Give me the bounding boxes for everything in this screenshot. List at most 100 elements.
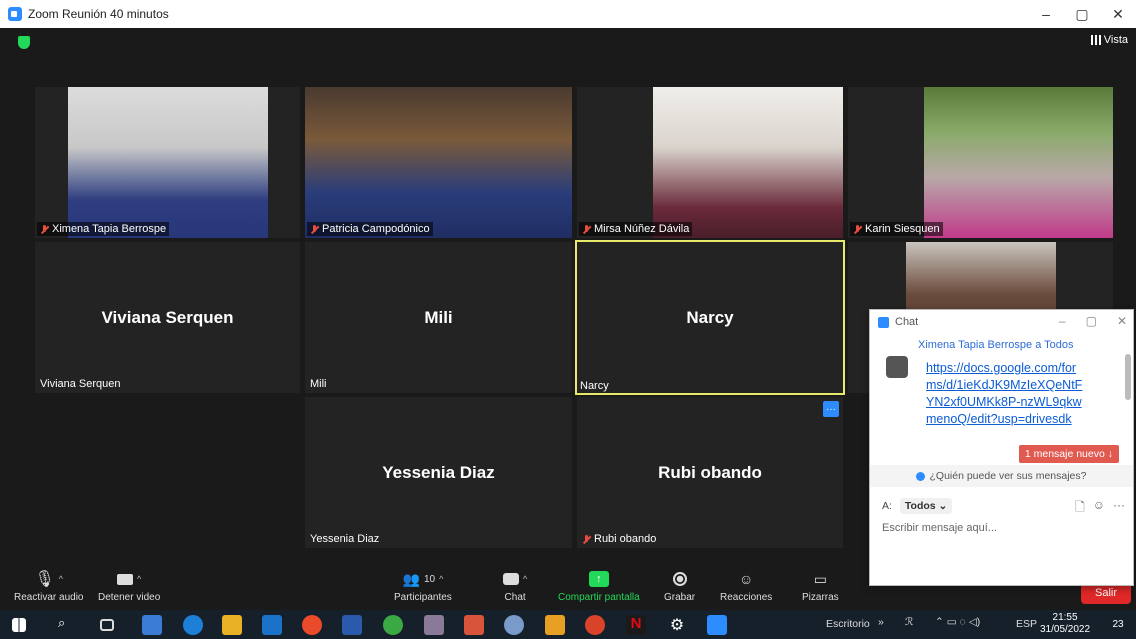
edge-icon[interactable]: [183, 615, 203, 635]
share-screen-button[interactable]: ↑ Compartir pantalla: [558, 568, 640, 603]
participant-tile[interactable]: Rubi obando ··· Rubi obando: [577, 397, 843, 548]
desktop-label[interactable]: Escritorio: [826, 618, 870, 630]
netflix-icon[interactable]: N: [626, 615, 646, 635]
participants-button[interactable]: 👥 10 ^ Participantes: [394, 568, 452, 604]
chevron-up-icon[interactable]: ^: [59, 574, 63, 584]
more-options-button[interactable]: ···: [823, 401, 839, 417]
grid-icon: [1090, 35, 1101, 45]
chat-button[interactable]: ^ Chat: [503, 568, 527, 603]
notification-center-icon[interactable]: 23: [1108, 615, 1128, 635]
participants-count: 10: [423, 573, 436, 585]
camera-icon: [117, 573, 134, 585]
emoji-icon[interactable]: ☺: [1093, 498, 1105, 519]
photos-icon[interactable]: [464, 615, 484, 635]
participant-tile[interactable]: Patricia Campodónico: [305, 87, 572, 238]
who-can-see-link[interactable]: ¿Quién puede ver sus mensajes?: [870, 465, 1133, 487]
participant-tile[interactable]: Ximena Tapia Berrospe: [35, 87, 300, 238]
share-screen-label: Compartir pantalla: [558, 592, 640, 603]
whiteboards-label: Pizarras: [802, 592, 839, 603]
participant-name: Viviana Serquen: [40, 378, 121, 390]
chat-close-button[interactable]: ✕: [1117, 314, 1127, 328]
clock[interactable]: 21:55 31/05/2022: [1040, 612, 1090, 636]
participant-tile[interactable]: Yessenia Diaz Yessenia Diaz: [305, 397, 572, 548]
participant-name: Rubi obando: [594, 533, 657, 545]
search-icon[interactable]: ⌕: [58, 615, 78, 635]
participants-label: Participantes: [394, 592, 452, 603]
zoom-logo-icon: [878, 316, 889, 328]
close-button[interactable]: ✕: [1100, 0, 1136, 28]
powerpoint-icon[interactable]: [585, 615, 605, 635]
record-button[interactable]: Grabar: [664, 568, 695, 603]
windows-start-icon[interactable]: [12, 618, 26, 632]
whatsapp-icon[interactable]: [383, 615, 403, 635]
participant-tile[interactable]: Mili Mili: [305, 242, 572, 393]
chrome-active-icon[interactable]: [545, 615, 565, 635]
minimize-button[interactable]: –: [1028, 0, 1064, 28]
clock-date: 31/05/2022: [1040, 624, 1091, 635]
chat-scrollbar[interactable]: [1125, 354, 1131, 400]
unmute-button[interactable]: 🎙 ^ Reactivar audio: [14, 568, 83, 603]
chevron-up-icon[interactable]: ^: [523, 574, 527, 584]
participant-name: Mili: [310, 378, 327, 390]
new-message-badge[interactable]: 1 mensaje nuevo ↓: [1018, 445, 1119, 463]
recipient-label: A:: [882, 500, 892, 512]
reactions-button[interactable]: ☺ Reacciones: [720, 568, 772, 603]
view-button[interactable]: Vista: [1090, 34, 1128, 46]
muted-mic-icon: [582, 224, 591, 234]
record-label: Grabar: [664, 592, 696, 603]
file-explorer-icon[interactable]: [222, 615, 242, 635]
muted-mic-icon: 🎙: [34, 571, 55, 588]
recipient-dropdown[interactable]: Todos ⌄: [899, 498, 953, 514]
record-icon: [672, 572, 687, 586]
chat-minimize-button[interactable]: –: [1059, 314, 1066, 328]
zoom-logo-icon: [8, 7, 22, 21]
app-icon[interactable]: [424, 615, 444, 635]
avatar: [886, 356, 908, 378]
language-indicator[interactable]: ESP: [1016, 618, 1037, 630]
people-icon[interactable]: ℛ: [905, 616, 913, 628]
active-speaker-tile[interactable]: Narcy Narcy: [575, 240, 845, 395]
participant-tile[interactable]: Mirsa Núñez Dávila: [577, 87, 843, 238]
unmute-label: Reactivar audio: [14, 592, 84, 603]
mail-icon[interactable]: [262, 615, 282, 635]
chevron-up-icon[interactable]: ^: [439, 574, 443, 584]
participant-name: Ximena Tapia Berrospe: [52, 223, 167, 235]
chevron-up-icon[interactable]: ^: [137, 574, 141, 584]
maximize-button[interactable]: ▢: [1064, 0, 1100, 28]
participant-video: [305, 87, 572, 238]
chat-icon: [503, 573, 519, 585]
participant-name: Karin Siesquen: [865, 223, 940, 235]
chrome-icon[interactable]: [302, 615, 322, 635]
participant-name: Yessenia Diaz: [310, 533, 380, 545]
muted-mic-icon: [853, 224, 862, 234]
task-view-icon[interactable]: [100, 619, 114, 631]
muted-mic-icon: [582, 534, 591, 544]
settings-gear-icon[interactable]: ⚙: [667, 615, 687, 635]
participant-tile[interactable]: Karin Siesquen: [848, 87, 1113, 238]
message-input[interactable]: Escribir mensaje aquí...: [882, 522, 997, 534]
title-bar: Zoom Reunión 40 minutos – ▢ ✕: [0, 0, 1136, 28]
chat-maximize-button[interactable]: ▢: [1086, 314, 1097, 328]
participant-display-name: Narcy: [686, 307, 734, 327]
chat-window: Chat – ▢ ✕ Ximena Tapia Berrospe a Todos…: [869, 309, 1134, 586]
participants-icon: 👥: [402, 570, 420, 587]
file-icon[interactable]: 🗋: [1075, 498, 1085, 519]
stop-video-button[interactable]: ^ Detener video: [98, 568, 160, 603]
participant-video: [653, 87, 843, 238]
whiteboards-button[interactable]: ▭ Pizarras: [802, 568, 839, 604]
participant-tile[interactable]: Viviana Serquen Viviana Serquen: [35, 242, 300, 393]
store-icon[interactable]: [142, 615, 162, 635]
windows-taskbar: ⌕ N ⚙ Escritorio » ℛ ⌃ ▭ ◌ ◁) ESP 21:55 …: [0, 610, 1136, 639]
tray-icons[interactable]: ⌃ ▭ ◌ ◁): [935, 616, 980, 628]
message-link[interactable]: https://docs.google.com/forms/d/1ieKdJK9…: [926, 360, 1086, 428]
message-sender: Ximena Tapia Berrospe a Todos: [918, 339, 1074, 351]
more-icon[interactable]: ···: [1113, 498, 1125, 519]
encryption-shield-icon[interactable]: [18, 36, 30, 49]
notification-count: 23: [1112, 619, 1124, 630]
participant-display-name: Yessenia Diaz: [382, 462, 495, 482]
overflow-chevron-icon[interactable]: »: [878, 616, 884, 628]
view-label: Vista: [1103, 34, 1128, 46]
zoom-taskbar-icon[interactable]: [707, 615, 727, 635]
app-icon[interactable]: [504, 615, 524, 635]
word-icon[interactable]: [342, 615, 362, 635]
